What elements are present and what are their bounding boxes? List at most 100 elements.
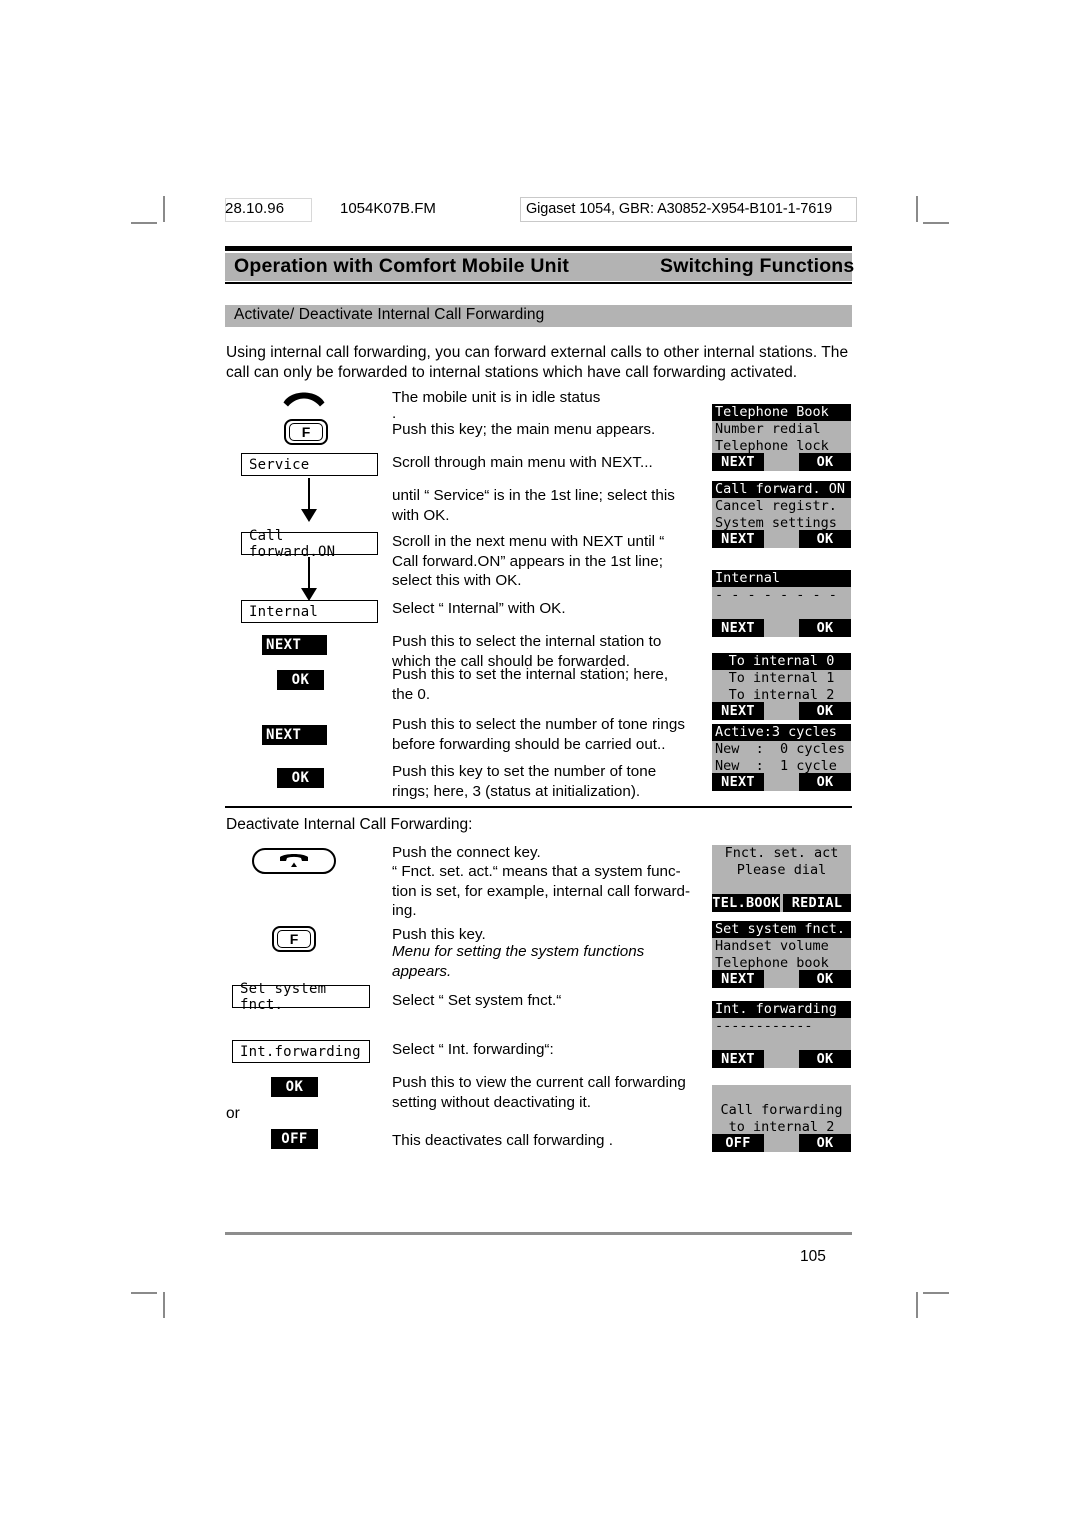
- display-line: Telephone Book: [712, 404, 851, 421]
- display-line: Int. forwarding: [712, 1001, 851, 1018]
- chip-ok-2[interactable]: OK: [277, 768, 324, 788]
- display-call-forwarding-status: Call forwarding to internal 2 OFF OK: [712, 1085, 851, 1152]
- f-key-bottom[interactable]: F: [272, 926, 316, 952]
- source-filename: 1054K07B.FM: [340, 200, 436, 217]
- display-call-forward-on-menu: Call forward. ON Cancel registr. System se…: [712, 481, 851, 548]
- or-label: or: [226, 1105, 240, 1122]
- page-number: 105: [800, 1248, 826, 1265]
- display-line: To internal 0: [712, 653, 851, 670]
- display-line: New : 0 cycles: [715, 741, 846, 757]
- softkey-next[interactable]: NEXT: [712, 702, 764, 720]
- deactivate-subhead: Deactivate Internal Call Forwarding:: [226, 816, 473, 833]
- softkey-off[interactable]: OFF: [712, 1134, 764, 1152]
- step-text-scroll-next-menu: Scroll in the next menu with NEXT until …: [392, 533, 665, 590]
- chip-next-2[interactable]: NEXT: [262, 725, 327, 745]
- step-text-until-service: until “ Service“ is in the 1st line; sel…: [392, 487, 675, 524]
- crop-mark-top-left-v: [163, 196, 165, 222]
- display-softkey-row: NEXT OK: [712, 773, 851, 791]
- display-tone-cycles-menu: Active:3 cycles New : 0 cycles New : 1 cyc…: [712, 724, 851, 791]
- softkey-tel-book[interactable]: TEL.BOOK: [712, 894, 780, 912]
- display-line: Number redial: [715, 421, 821, 437]
- connect-key-icon: [280, 854, 308, 867]
- softkey-ok[interactable]: OK: [799, 970, 851, 988]
- softkey-ok[interactable]: OK: [799, 1050, 851, 1068]
- f-key-top[interactable]: F: [284, 419, 328, 445]
- step-text-push-f: Push this key; the main menu appears.: [392, 421, 656, 438]
- chip-off[interactable]: OFF: [271, 1129, 318, 1149]
- step-text-set-station: Push this to set the internal station; h…: [392, 666, 669, 703]
- crop-mark-top-right-h: [923, 222, 949, 224]
- flow-box-int-forwarding: Int.forwarding: [232, 1040, 370, 1063]
- display-line: Active:3 cycles: [712, 724, 851, 741]
- display-softkey-row: NEXT OK: [712, 1050, 851, 1068]
- display-softkey-row: NEXT OK: [712, 530, 851, 548]
- display-line: To internal 1: [728, 670, 835, 686]
- flow-box-internal: Internal: [241, 600, 378, 623]
- flow-box-service: Service: [241, 453, 378, 476]
- softkey-next[interactable]: NEXT: [712, 1050, 764, 1068]
- step-text-deactivates: This deactivates call forwarding .: [392, 1132, 613, 1149]
- f-key-label: F: [289, 423, 323, 441]
- display-set-system-fnct-menu: Set system fnct. Handset volume Telephone …: [712, 921, 851, 988]
- step-text-fnct-set-act: “ Fnct. set. act.“ means that a system f…: [392, 863, 691, 920]
- softkey-ok[interactable]: OK: [799, 702, 851, 720]
- display-line: Fnct. set. act: [724, 845, 839, 861]
- display-line: Handset volume: [715, 938, 829, 954]
- chip-ok-3[interactable]: OK: [271, 1077, 318, 1097]
- softkey-redial[interactable]: REDIAL: [783, 894, 851, 912]
- display-line: Call forward. ON: [712, 481, 851, 498]
- running-head-left: Operation with Comfort Mobile Unit: [234, 255, 570, 277]
- crop-mark-top-left-h: [131, 222, 157, 224]
- step-text-view-setting: Push this to view the current call forwa…: [392, 1074, 686, 1111]
- crop-mark-bottom-left-v: [163, 1292, 165, 1318]
- display-softkey-row: OFF OK: [712, 1134, 851, 1152]
- softkey-ok[interactable]: OK: [799, 1134, 851, 1152]
- softkey-ok[interactable]: OK: [799, 530, 851, 548]
- doc-id: Gigaset 1054, GBR: A30852-X954-B101-1-76…: [526, 201, 833, 217]
- display-line: Call forwarding: [720, 1102, 843, 1118]
- softkey-ok[interactable]: OK: [799, 619, 851, 637]
- softkey-next[interactable]: NEXT: [712, 619, 764, 637]
- revision-date: 28.10.96: [225, 200, 285, 217]
- step-text-select-internal: Select “ Internal” with OK.: [392, 600, 566, 617]
- softkey-ok[interactable]: OK: [799, 453, 851, 471]
- footer-rule: [225, 1232, 852, 1235]
- section-title: Activate/ Deactivate Internal Call Forwa…: [234, 306, 545, 323]
- display-softkey-row: NEXT OK: [712, 970, 851, 988]
- display-internal-menu: Internal - - - - - - - - NEXT OK: [712, 570, 851, 637]
- file-info-line: 28.10.96 1054K07B.FM Gigaset 1054, GBR: …: [225, 197, 865, 224]
- step-text-push-connect: Push the connect key.: [392, 844, 541, 861]
- f-key-label-2: F: [277, 930, 311, 948]
- display-softkey-row: NEXT OK: [712, 619, 851, 637]
- step-text-select-int-forwarding: Select “ Int. forwarding“:: [392, 1041, 554, 1058]
- display-line: Set system fnct.: [712, 921, 851, 938]
- flow-box-call-forward-on: Call forward.ON: [241, 528, 378, 560]
- softkey-next[interactable]: NEXT: [712, 530, 764, 548]
- display-line: Cancel registr.: [715, 498, 837, 514]
- step-text-set-tone-rings: Push this key to set the number of tone …: [392, 763, 657, 800]
- display-telephone-book-menu: Telephone Book Number redial Telephone loc…: [712, 404, 851, 471]
- crop-mark-bottom-right-v: [916, 1292, 918, 1318]
- display-fnct-set-act: Fnct. set. act Please dial TEL.BOOK REDIAL: [712, 845, 851, 912]
- display-softkey-row: NEXT OK: [712, 702, 851, 720]
- softkey-next[interactable]: NEXT: [712, 453, 764, 471]
- section-divider: [225, 806, 852, 808]
- handset-idle-icon: [283, 392, 325, 407]
- display-line: - - - - - - - -: [715, 587, 837, 603]
- display-to-internal-menu: To internal 0 To internal 1 To internal 2N…: [712, 653, 851, 720]
- running-head-right: Switching Functions: [660, 255, 855, 277]
- softkey-next[interactable]: NEXT: [712, 773, 764, 791]
- display-line: [712, 1085, 851, 1102]
- softkey-next[interactable]: NEXT: [712, 970, 764, 988]
- crop-mark-bottom-right-h: [923, 1292, 949, 1294]
- connect-key[interactable]: [252, 848, 336, 874]
- chip-next-1[interactable]: NEXT: [262, 635, 327, 655]
- chip-ok-1[interactable]: OK: [277, 670, 324, 690]
- display-softkey-row: NEXT OK: [712, 453, 851, 471]
- intro-paragraph: Using internal call forwarding, you can …: [226, 344, 849, 381]
- softkey-ok[interactable]: OK: [799, 773, 851, 791]
- step-text-select-tone-rings: Push this to select the number of tone r…: [392, 716, 685, 753]
- step-text-scroll-main: Scroll through main menu with NEXT...: [392, 454, 653, 471]
- display-line: Please dial: [736, 862, 827, 878]
- head-rule-bottom: [225, 282, 852, 284]
